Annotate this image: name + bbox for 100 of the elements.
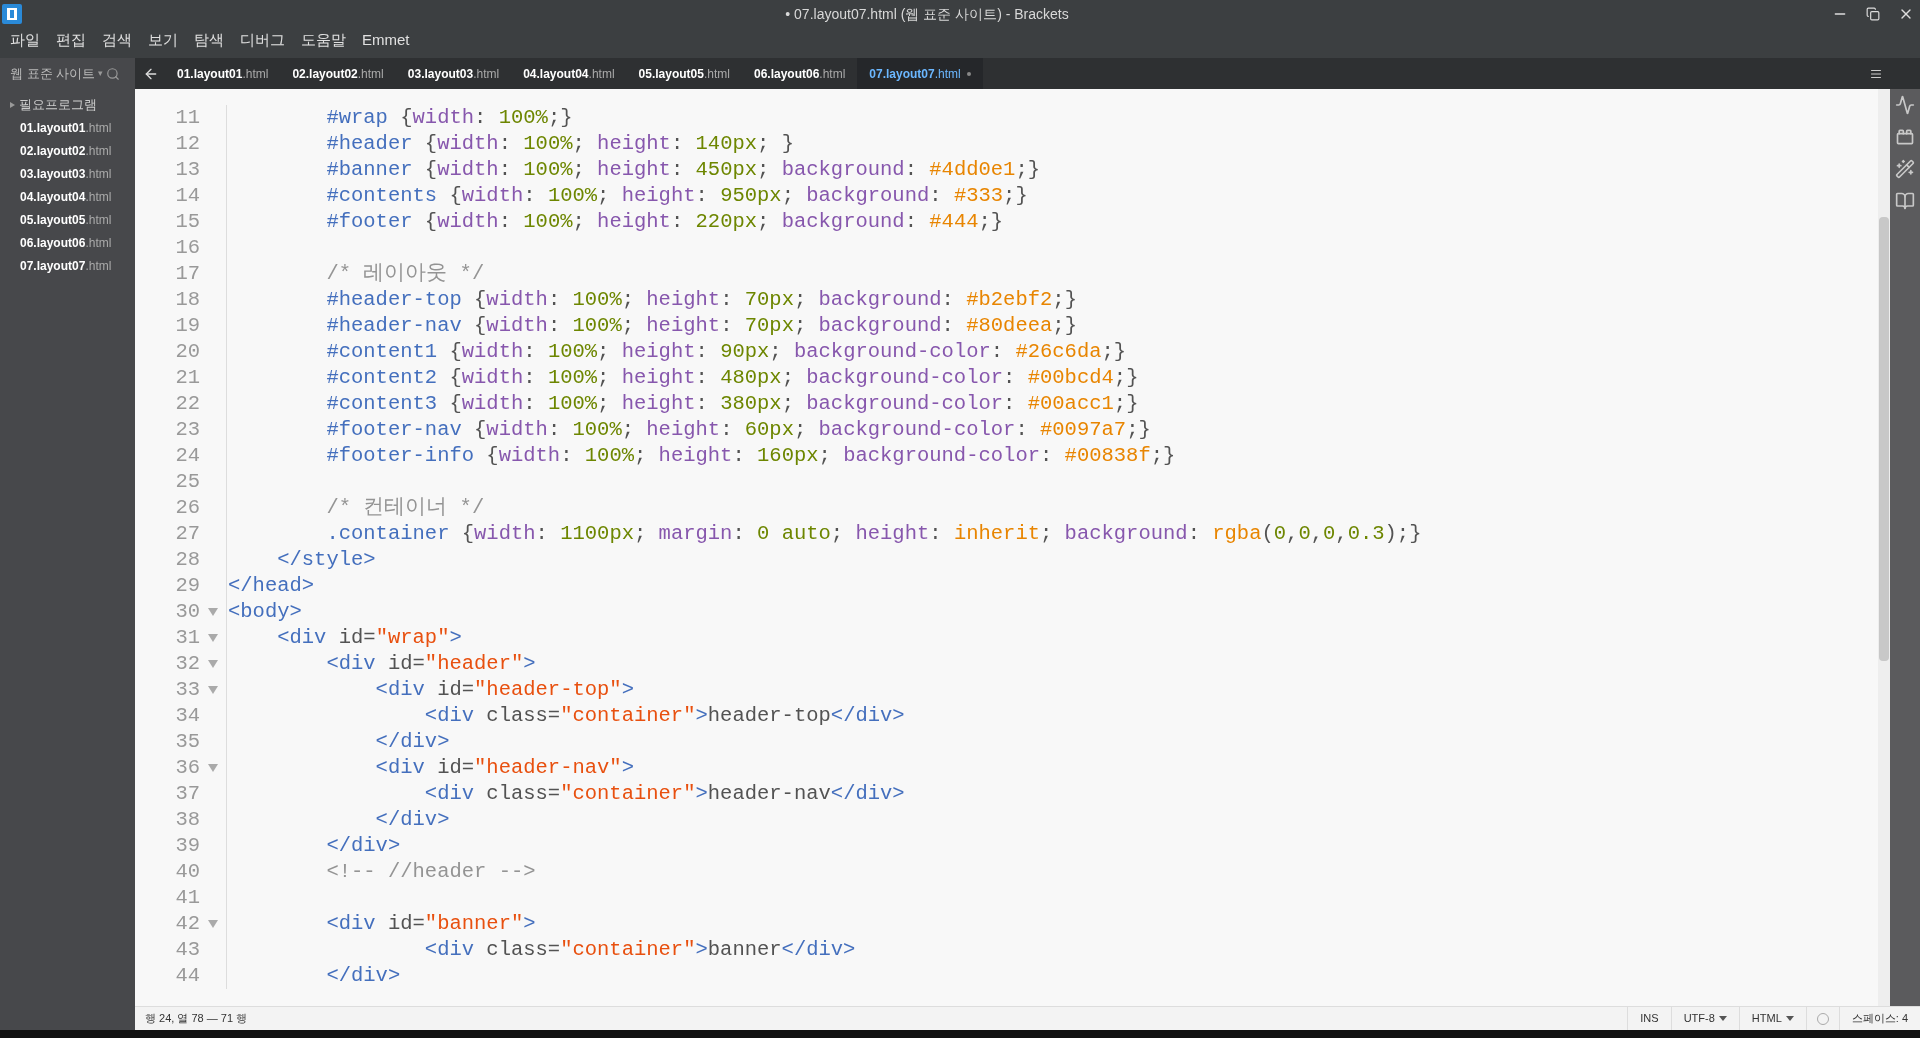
line-number: 12 xyxy=(174,130,200,157)
code-line: <!-- //header --> xyxy=(325,859,536,885)
code-line: #header-nav {width: 100%; height: 70px; background: #80deea;} xyxy=(325,313,1077,339)
app-logo-icon xyxy=(2,4,22,24)
file-item[interactable]: 03.layout03.html xyxy=(0,162,135,185)
disclosure-triangle-icon[interactable] xyxy=(10,102,15,108)
line-number: 11 xyxy=(174,104,200,131)
code-line: </div> xyxy=(325,833,401,859)
code-line: #header-top {width: 100%; height: 70px; background: #b2ebf2;} xyxy=(325,287,1077,313)
line-number: 34 xyxy=(174,702,200,729)
line-number: 40 xyxy=(174,858,200,885)
fold-arrow-icon[interactable] xyxy=(208,634,218,642)
code-line: <div class="container">banner</div> xyxy=(423,937,856,963)
file-tab[interactable]: 01.layout01.html xyxy=(165,58,281,89)
menu-item[interactable]: 도움말 xyxy=(293,28,354,52)
wand-icon[interactable] xyxy=(1895,159,1915,179)
fold-arrow-icon[interactable] xyxy=(208,608,218,616)
code-line: #content3 {width: 100%; height: 380px; background-color: #00acc1;} xyxy=(325,391,1139,417)
code-editor[interactable] xyxy=(135,89,1878,1006)
fold-arrow-icon[interactable] xyxy=(208,764,218,772)
code-line: #footer {width: 100%; height: 220px; background: #444;} xyxy=(325,209,1004,235)
restore-icon[interactable] xyxy=(1866,7,1880,21)
code-line: <div id="banner"> xyxy=(325,911,536,937)
line-number: 14 xyxy=(174,182,200,209)
code-line: </style> xyxy=(276,547,376,573)
line-number: 13 xyxy=(174,156,200,183)
project-title[interactable]: 웹 표준 사이트 xyxy=(10,63,96,84)
fold-arrow-icon[interactable] xyxy=(208,686,218,694)
line-number: 25 xyxy=(174,468,200,495)
line-number: 32 xyxy=(174,650,200,677)
menu-item[interactable]: 편집 xyxy=(48,28,94,52)
code-line: <div id="wrap"> xyxy=(276,625,462,651)
line-number: 29 xyxy=(174,572,200,599)
code-line: <body> xyxy=(227,599,302,625)
code-line: <div id="header-nav"> xyxy=(374,755,634,781)
menu-item[interactable]: 탐색 xyxy=(186,28,232,52)
file-tab[interactable]: 07.layout07.html xyxy=(857,58,983,89)
code-line: </head> xyxy=(227,573,315,599)
line-number: 18 xyxy=(174,286,200,313)
line-number: 30 xyxy=(174,598,200,625)
cursor-position: 행 24, 열 78 — 71 행 xyxy=(144,1011,249,1027)
file-tab[interactable]: 02.layout02.html xyxy=(280,58,396,89)
code-line: /* 레이아웃 */ xyxy=(325,261,485,287)
line-number: 19 xyxy=(174,312,200,339)
fold-arrow-icon[interactable] xyxy=(208,920,218,928)
fold-arrow-icon[interactable] xyxy=(208,660,218,668)
file-tab[interactable]: 04.layout04.html xyxy=(511,58,627,89)
line-number: 33 xyxy=(174,676,200,703)
file-tab[interactable]: 06.layout06.html xyxy=(741,58,858,89)
menu-item[interactable]: 파일 xyxy=(2,28,48,52)
menu-item[interactable]: 보기 xyxy=(140,28,186,52)
line-number: 39 xyxy=(174,832,200,859)
code-line: </div> xyxy=(374,729,450,755)
line-number: 38 xyxy=(174,806,200,833)
live-preview-icon[interactable] xyxy=(1895,95,1915,115)
line-number: 37 xyxy=(174,780,200,807)
code-line: #content1 {width: 100%; height: 90px; background-color: #26c6da;} xyxy=(325,339,1127,365)
code-line: #wrap {width: 100%;} xyxy=(325,105,573,131)
code-line: #header {width: 100%; height: 140px; } xyxy=(325,131,794,157)
code-line: #footer-info {width: 100%; height: 160px; background-color: #00838f;} xyxy=(325,443,1176,469)
line-number: 24 xyxy=(174,442,200,469)
file-tab[interactable]: 05.layout05.html xyxy=(626,58,742,89)
brick-icon[interactable] xyxy=(1895,127,1915,147)
code-line: /* 컨테이너 */ xyxy=(325,495,485,521)
search-icon[interactable] xyxy=(106,66,121,81)
code-line: #content2 {width: 100%; height: 480px; background-color: #00bcd4;} xyxy=(325,365,1139,391)
line-number: 41 xyxy=(174,884,200,911)
file-item[interactable]: 05.layout05.html xyxy=(0,208,135,231)
file-item[interactable]: 01.layout01.html xyxy=(0,116,135,139)
line-number: 36 xyxy=(174,754,200,781)
file-tab[interactable]: 03.layout03.html xyxy=(395,58,512,89)
file-item[interactable]: 06.layout06.html xyxy=(0,231,135,254)
line-number: 16 xyxy=(174,234,200,261)
line-number: 21 xyxy=(174,364,200,391)
book-icon[interactable] xyxy=(1895,191,1915,211)
folder-item[interactable]: 필요프로그램 xyxy=(19,95,97,115)
file-item[interactable]: 04.layout04.html xyxy=(0,185,135,208)
line-number: 23 xyxy=(174,416,200,443)
code-line: <div class="container">header-nav</div> xyxy=(423,781,905,807)
line-number: 35 xyxy=(174,728,200,755)
file-item[interactable]: 07.layout07.html xyxy=(0,254,135,277)
file-item[interactable]: 02.layout02.html xyxy=(0,139,135,162)
line-number: 22 xyxy=(174,390,200,417)
code-line: <div class="container">header-top</div> xyxy=(423,703,905,729)
scrollbar[interactable] xyxy=(1878,89,1890,1006)
menu-item[interactable]: Emmet xyxy=(354,28,418,52)
line-number: 26 xyxy=(174,494,200,521)
code-line: </div> xyxy=(325,963,401,989)
menu-icon[interactable] xyxy=(1870,67,1882,80)
line-number: 28 xyxy=(174,546,200,573)
code-line: <div id="header-top"> xyxy=(374,677,634,703)
code-line: </div> xyxy=(374,807,450,833)
line-number: 44 xyxy=(174,962,200,989)
menu-item[interactable]: 검색 xyxy=(94,28,140,52)
line-number: 20 xyxy=(174,338,200,365)
code-line: <div id="header"> xyxy=(325,651,536,677)
code-line: #banner {width: 100%; height: 450px; background: #4dd0e1;} xyxy=(325,157,1041,183)
menu-item[interactable]: 디버그 xyxy=(232,28,293,52)
code-line: #contents {width: 100%; height: 950px; background: #333;} xyxy=(325,183,1028,209)
line-number: 31 xyxy=(174,624,200,651)
